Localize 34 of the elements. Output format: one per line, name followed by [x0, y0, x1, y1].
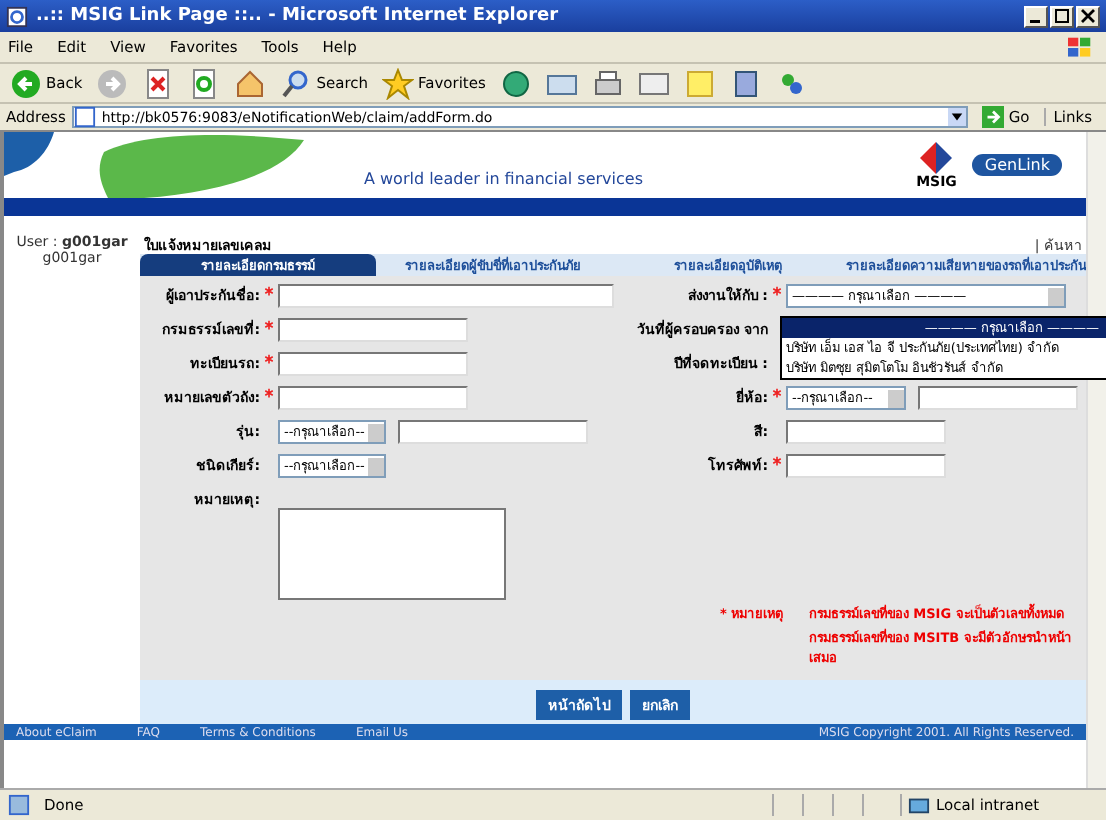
remarks-textarea[interactable]	[278, 508, 506, 600]
page-icon	[8, 794, 30, 816]
maximize-icon	[1054, 8, 1070, 24]
dropdown-arrow-icon[interactable]	[948, 108, 967, 126]
home-icon	[234, 67, 267, 99]
scrollbar[interactable]	[1086, 132, 1106, 788]
slogan: A world leader in financial services	[364, 170, 643, 188]
input-field[interactable]	[278, 318, 468, 342]
windows-logo-icon	[1066, 35, 1094, 59]
search-icon	[280, 67, 313, 99]
genlink-badge: GenLink	[972, 154, 1062, 176]
computer-icon	[908, 794, 930, 816]
print-icon	[591, 67, 624, 99]
input-field[interactable]	[278, 284, 614, 308]
close-button[interactable]	[1076, 5, 1100, 27]
input-field[interactable]	[786, 454, 946, 478]
input-field[interactable]	[278, 386, 468, 410]
forward-icon	[96, 67, 129, 99]
page-icon	[73, 106, 96, 128]
input-field[interactable]	[278, 352, 468, 376]
arrow-icon	[982, 106, 1005, 128]
refresh-icon	[188, 67, 221, 99]
maximize-button[interactable]	[1050, 5, 1074, 27]
edit-button[interactable]	[633, 67, 674, 99]
close-icon	[1080, 8, 1096, 24]
favorites-icon	[382, 67, 414, 99]
input-field[interactable]	[918, 386, 1078, 410]
input-field[interactable]	[398, 420, 589, 444]
stop-icon	[142, 67, 175, 99]
minimize-button[interactable]	[1024, 5, 1048, 27]
window-title: ..:: MSIG Link Page ::.. - Microsoft Internet Explorer	[36, 6, 561, 26]
page-icon	[6, 5, 28, 27]
back-icon	[10, 67, 42, 99]
input-field[interactable]	[786, 420, 946, 444]
